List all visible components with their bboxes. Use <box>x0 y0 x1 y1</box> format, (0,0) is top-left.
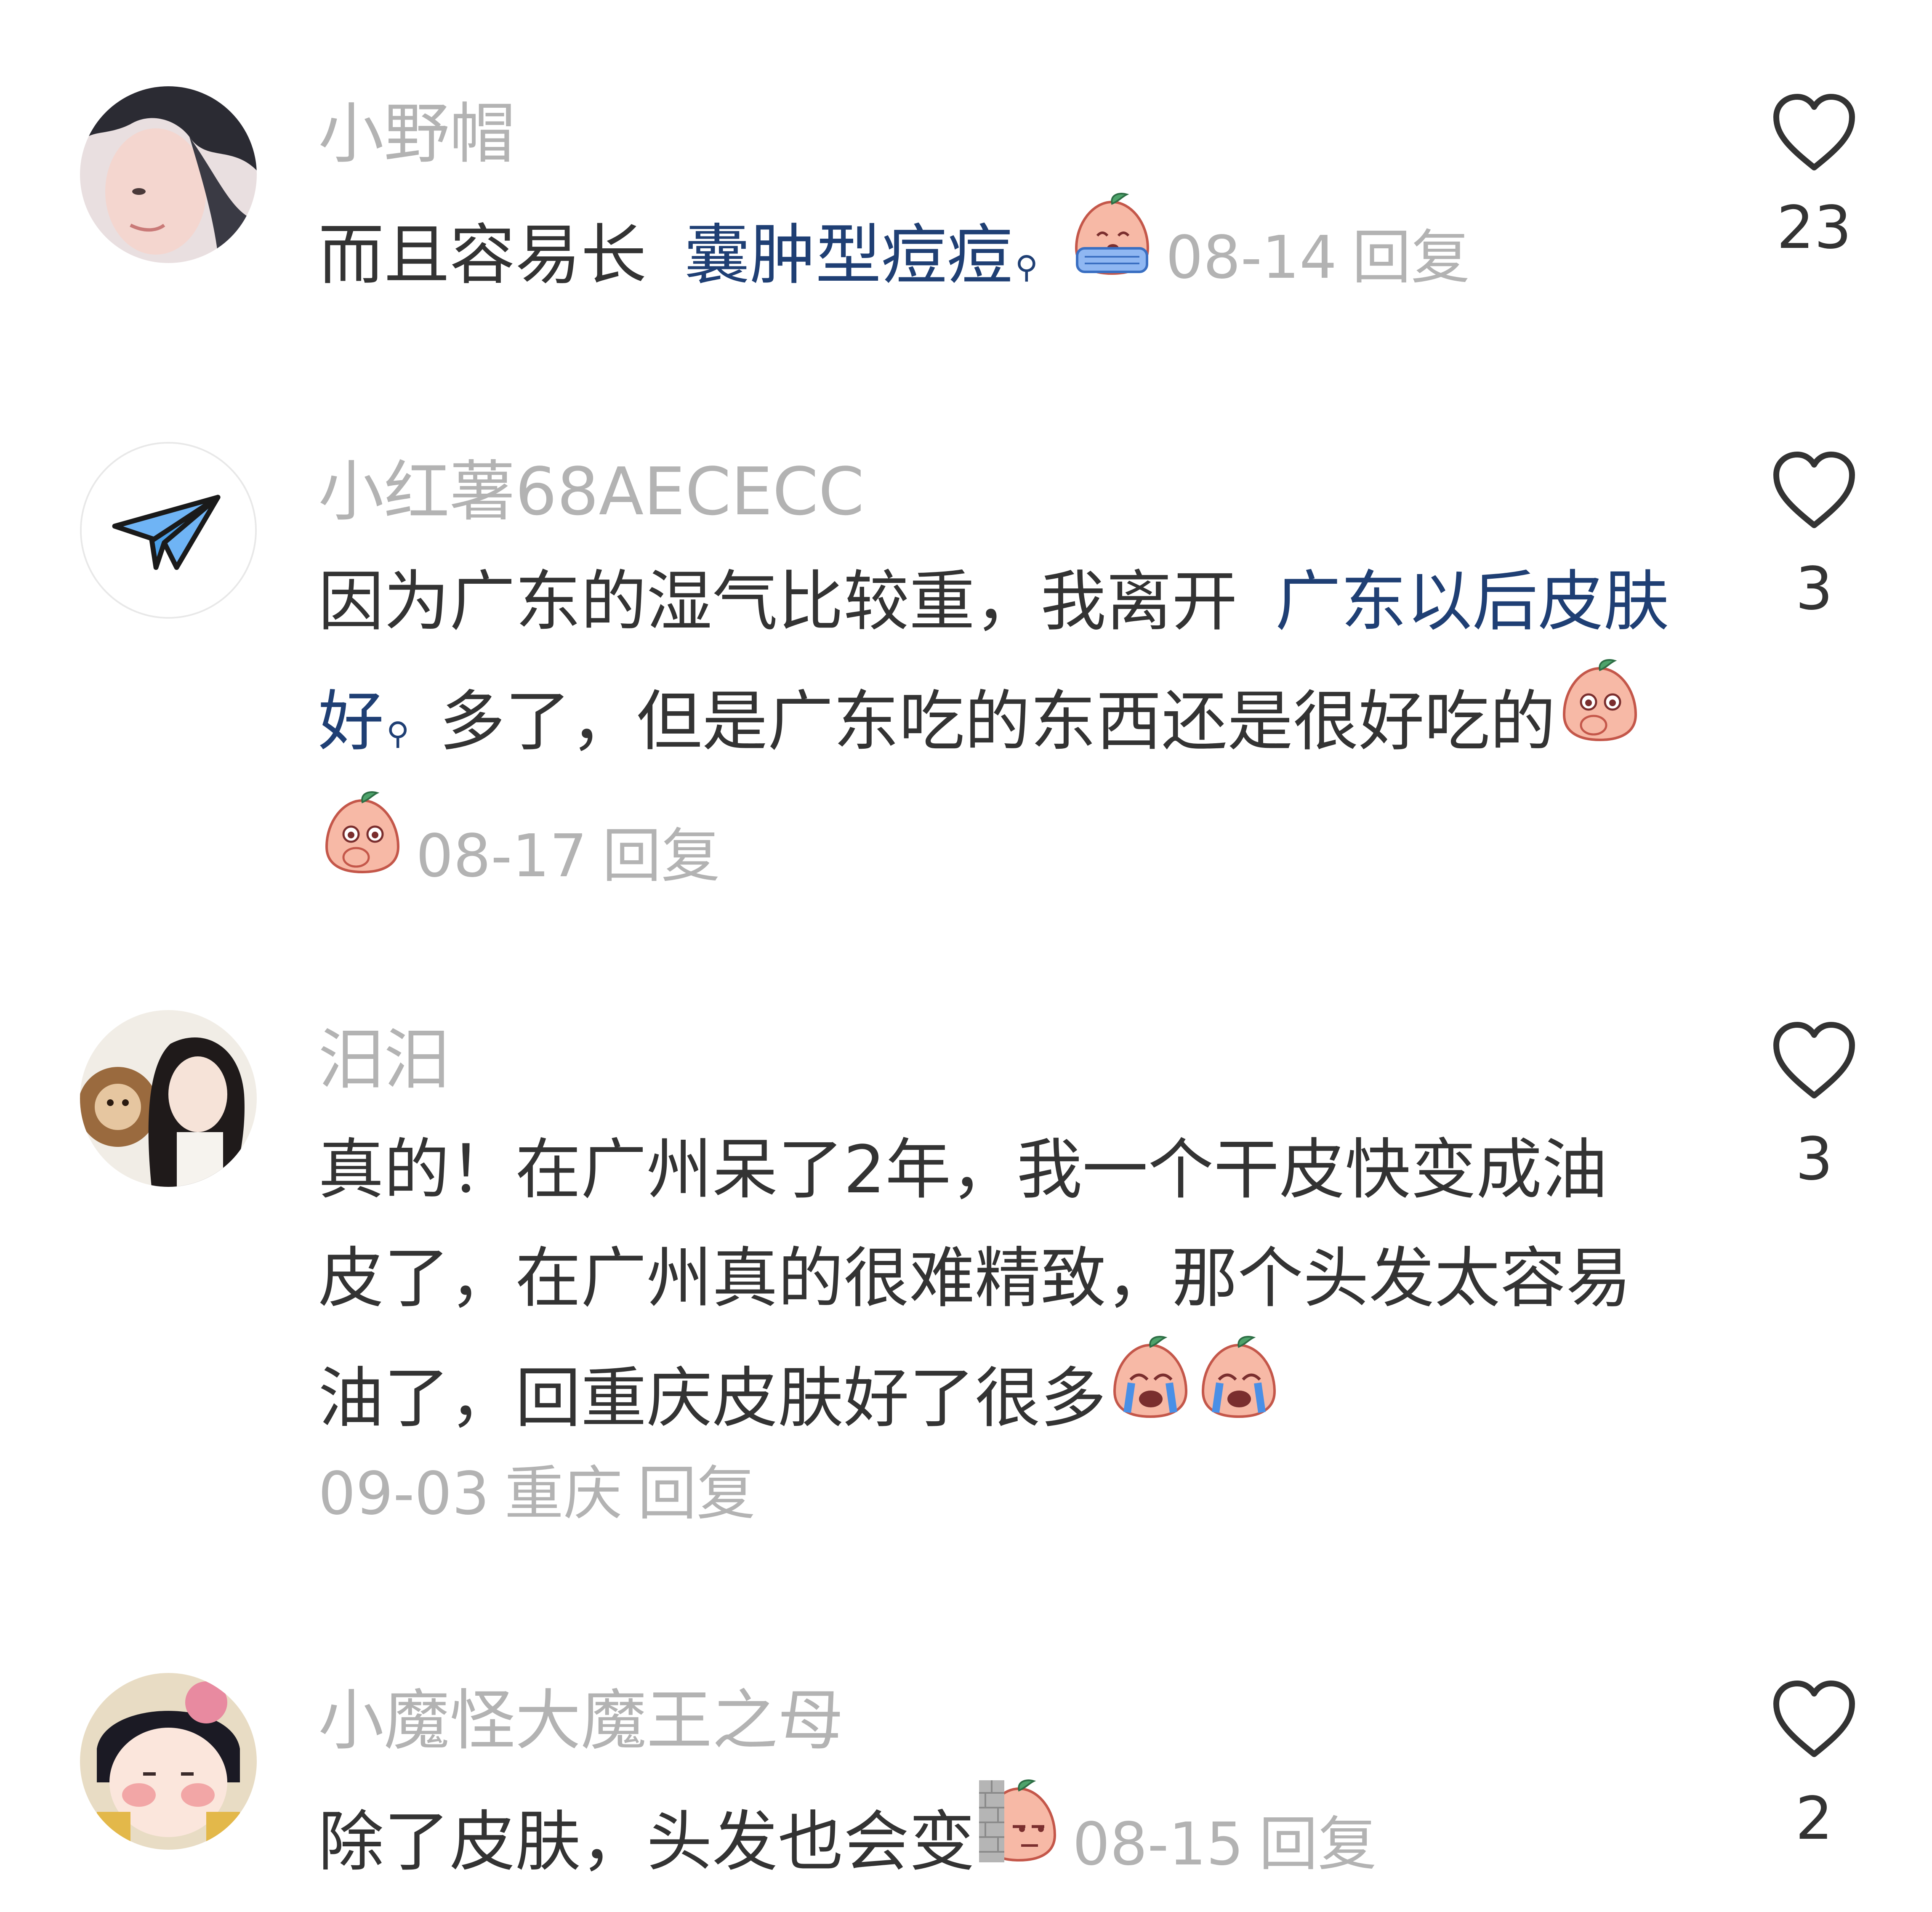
like-count: 3 <box>1795 555 1833 623</box>
peach-crying-emoji <box>1195 1332 1283 1421</box>
avatar[interactable] <box>80 1673 257 1850</box>
comment-text-part: 真的！在广州呆了2年，我一个干皮快变成油皮了，在广州真的很难精致，那个头发太容易… <box>318 1131 1631 1436</box>
like-button[interactable]: 23 <box>1768 93 1860 258</box>
like-count: 3 <box>1795 1125 1833 1194</box>
like-button[interactable]: 3 <box>1768 1021 1860 1189</box>
magnifier-icon[interactable]: ⚲ <box>1015 249 1038 285</box>
peach-crying-emoji <box>1068 189 1156 278</box>
peach-peeking-wall-emoji <box>975 1776 1063 1864</box>
peach-covering-mouth-emoji <box>318 788 407 876</box>
comment-text-part: 除了皮肤，头发也会变 <box>318 1803 975 1880</box>
avatar[interactable] <box>80 86 257 263</box>
peach-covering-mouth-emoji <box>1556 656 1644 744</box>
comment-date: 09-03 <box>318 1460 490 1528</box>
comment-text: 除了皮肤，头发也会变 08-15 回复 <box>318 1776 1669 1899</box>
reply-button[interactable]: 回复 <box>1352 223 1470 292</box>
reply-button[interactable]: 回复 <box>638 1460 756 1528</box>
like-count: 23 <box>1776 194 1852 262</box>
comment-date: 08-14 <box>1166 223 1337 292</box>
comment-text: 而且容易长 囊肿型痘痘⚲ 08-14 回复 <box>318 189 1669 322</box>
comment-date: 08-17 <box>416 822 587 891</box>
username[interactable]: 小野帽 <box>318 101 515 167</box>
comment-text-part: 而且容易长 <box>318 217 647 293</box>
heart-outline-icon[interactable] <box>1772 450 1856 530</box>
reply-button[interactable]: 回复 <box>1259 1810 1377 1879</box>
comment-text-part: 因为广东的湿气比较重，我离开 <box>318 563 1237 640</box>
search-link[interactable]: 囊肿型痘痘 <box>684 217 1013 293</box>
comment-date: 08-15 <box>1072 1810 1244 1879</box>
heart-outline-icon[interactable] <box>1772 1021 1856 1101</box>
comment-text-part: 多了，但是广东吃的东西还是很好吃的 <box>439 683 1556 760</box>
like-button[interactable]: 2 <box>1768 1679 1860 1848</box>
comment-meta: 09-03 重庆 回复 <box>318 1465 771 1524</box>
peach-crying-emoji <box>1106 1332 1195 1421</box>
like-button[interactable]: 3 <box>1768 450 1860 619</box>
comment-location: 重庆 <box>504 1460 623 1528</box>
heart-outline-icon[interactable] <box>1772 1679 1856 1759</box>
comment-text: 真的！在广州呆了2年，我一个干皮快变成油皮了，在广州真的很难精致，那个头发太容易… <box>318 1115 1669 1452</box>
comment-text: 因为广东的湿气比较重，我离开 广东以后皮肤好⚲ 多了，但是广东吃的东西还是很好吃… <box>318 547 1669 911</box>
magnifier-icon[interactable]: ⚲ <box>386 715 409 752</box>
avatar[interactable] <box>80 1010 257 1187</box>
username[interactable]: 小红薯68AECECC <box>318 459 864 524</box>
heart-outline-icon[interactable] <box>1772 93 1856 173</box>
username[interactable]: 小魔怪大魔王之母 <box>318 1688 844 1753</box>
username[interactable]: 汨汨 <box>318 1027 450 1093</box>
avatar[interactable] <box>80 442 257 619</box>
reply-button[interactable]: 回复 <box>602 822 720 891</box>
like-count: 2 <box>1795 1784 1833 1853</box>
